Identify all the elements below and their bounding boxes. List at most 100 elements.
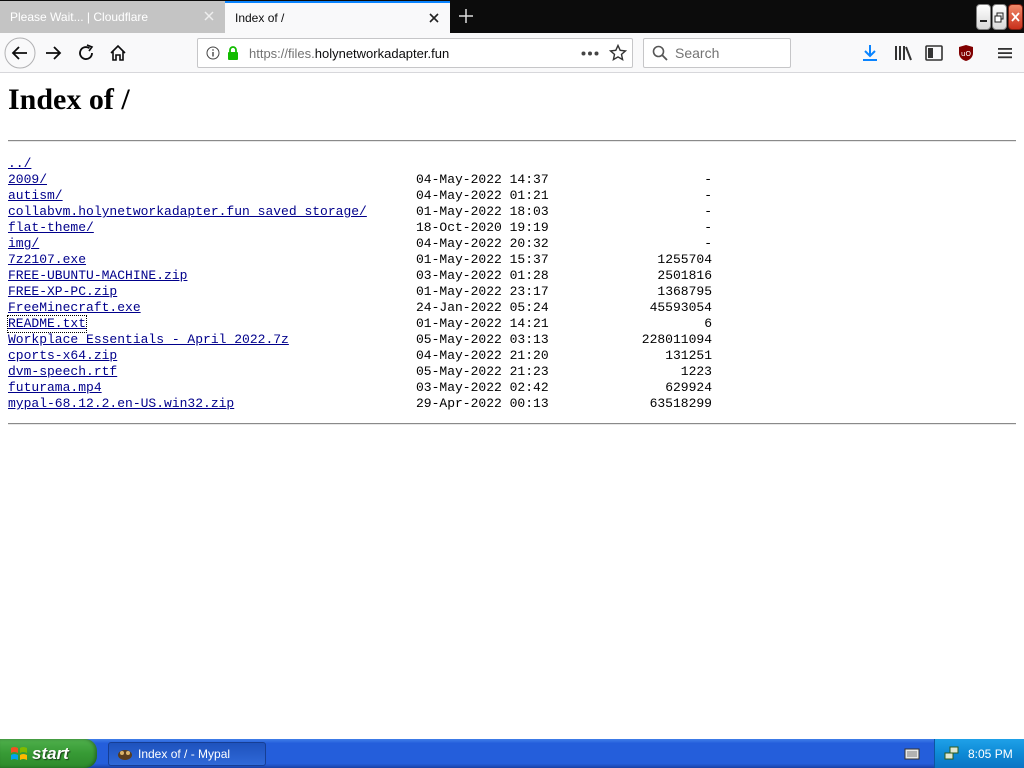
file-size: - [704,172,712,187]
divider-bottom [8,423,1016,425]
file-link[interactable]: dvm-speech.rtf [8,364,117,380]
download-arrow-icon [863,45,877,61]
downloads-button[interactable] [858,33,882,73]
file-link[interactable]: README.txt [6,315,88,333]
page-title: Index of / [8,83,130,116]
file-link[interactable]: 2009/ [8,172,47,188]
file-date: 04-May-2022 14:37 [416,172,549,187]
home-button[interactable] [106,33,130,73]
restore-button[interactable] [992,4,1007,30]
parent-directory-link[interactable]: ../ [8,156,31,172]
ublock-shield-icon: uO [959,45,973,61]
file-date: 01-May-2022 15:37 [416,252,549,267]
new-tab-icon[interactable] [456,6,476,26]
page-actions-icon[interactable] [581,51,599,56]
close-icon [1011,12,1020,22]
address-bar[interactable]: https://files.holynetworkadapter.fun [197,38,633,68]
file-date: 04-May-2022 01:21 [416,188,549,203]
list-item: Workplace Essentials - April 2022.7z 05-M… [8,332,1016,348]
file-size: 6 [704,316,712,331]
tab-cloudflare[interactable]: Please Wait... | Cloudflare [0,1,225,33]
file-size: 63518299 [649,396,712,411]
file-link[interactable]: flat-theme/ [8,220,94,236]
sidebar-button[interactable] [922,33,946,73]
ublock-button[interactable]: uO [954,33,978,73]
file-link[interactable]: FREE-XP-PC.zip [8,284,117,300]
reload-button[interactable] [74,33,98,73]
file-link[interactable]: Workplace Essentials - April 2022.7z [8,332,289,348]
file-date: 03-May-2022 01:28 [416,268,549,283]
tab-index[interactable]: Index of / [225,1,450,33]
file-size: - [704,188,712,203]
file-date: 03-May-2022 02:42 [416,380,549,395]
minimize-button[interactable] [976,4,991,30]
taskbar-item-mypal[interactable]: Index of / - Mypal [108,742,266,766]
navigation-toolbar: https://files.holynetworkadapter.fun Sea… [0,33,1024,73]
url-text[interactable]: https://files.holynetworkadapter.fun [249,46,449,61]
close-icon[interactable] [428,12,440,24]
file-link[interactable]: collabvm.holynetworkadapter.fun saved st… [8,204,367,220]
tab-strip: Please Wait... | Cloudflare Index of / [0,0,1024,33]
taskbar-item-label: Index of / - Mypal [138,747,231,761]
page-content: Index of / ../ 2009/04-May-2022 14:37 - au… [0,73,1024,739]
file-size: 131251 [665,348,712,363]
file-link[interactable]: cports-x64.zip [8,348,117,364]
home-icon [110,44,126,61]
file-date: 24-Jan-2022 05:24 [416,300,549,315]
network-icon[interactable] [944,745,960,761]
file-link[interactable]: img/ [8,236,39,252]
file-date: 29-Apr-2022 00:13 [416,396,549,411]
menu-button[interactable] [993,33,1017,73]
search-input[interactable]: Search [643,38,791,68]
start-label: start [32,743,69,763]
list-item: collabvm.holynetworkadapter.fun saved st… [8,204,1016,220]
file-size: - [704,220,712,235]
file-date: 04-May-2022 20:32 [416,236,549,251]
minimize-icon [980,20,987,22]
file-size: - [704,236,712,251]
mypal-icon [118,750,132,760]
padlock-icon[interactable] [226,45,240,61]
clock: 8:05 PM [968,747,1013,761]
list-item: flat-theme/18-Oct-2020 19:19 - [8,220,1016,236]
file-size: 1368795 [657,284,712,299]
list-item: 2009/04-May-2022 14:37 - [8,172,1016,188]
tab-title: Please Wait... | Cloudflare [10,10,149,24]
file-link[interactable]: mypal-68.12.2.en-US.win32.zip [8,396,234,412]
forward-button[interactable] [41,33,65,73]
back-button[interactable] [4,33,36,73]
system-tray: 8:05 PM [934,739,1024,768]
file-link[interactable]: autism/ [8,188,63,204]
file-link[interactable]: 7z2107.exe [8,252,86,268]
file-link[interactable]: futurama.mp4 [8,380,102,396]
divider-top [8,140,1016,142]
file-link[interactable]: FREE-UBUNTU-MACHINE.zip [8,268,187,284]
keyboard-icon[interactable] [904,747,920,761]
file-listing: ../ 2009/04-May-2022 14:37 - autism/04-May… [6,156,1016,412]
window-close-button[interactable] [1008,4,1023,30]
close-icon[interactable] [203,10,215,22]
file-size: 45593054 [649,300,712,315]
restore-icon [994,12,1004,23]
file-size: 1255704 [657,252,712,267]
tab-title: Index of / [235,11,285,25]
bookmark-star-icon[interactable] [609,44,627,62]
file-size: 2501816 [657,268,712,283]
file-size: - [704,204,712,219]
library-button[interactable] [891,33,915,73]
file-link[interactable]: FreeMinecraft.exe [8,300,141,316]
forward-arrow-icon [46,46,62,60]
info-icon[interactable] [206,46,220,60]
file-date: 01-May-2022 18:03 [416,204,549,219]
start-button[interactable]: start [0,739,97,768]
search-placeholder: Search [675,45,720,61]
search-icon [652,45,668,61]
list-item: 7z2107.exe 01-May-2022 15:37 1255704 [8,252,1016,268]
svg-text:uO: uO [961,50,971,58]
list-item: FREE-XP-PC.zip 01-May-2022 23:17 1368795 [8,284,1016,300]
library-icon [895,46,912,61]
taskbar: start Index of / - Mypal 8:05 PM [0,739,1024,768]
file-size: 1223 [680,364,712,379]
file-size: 228011094 [641,332,712,347]
back-arrow-icon [4,37,36,69]
